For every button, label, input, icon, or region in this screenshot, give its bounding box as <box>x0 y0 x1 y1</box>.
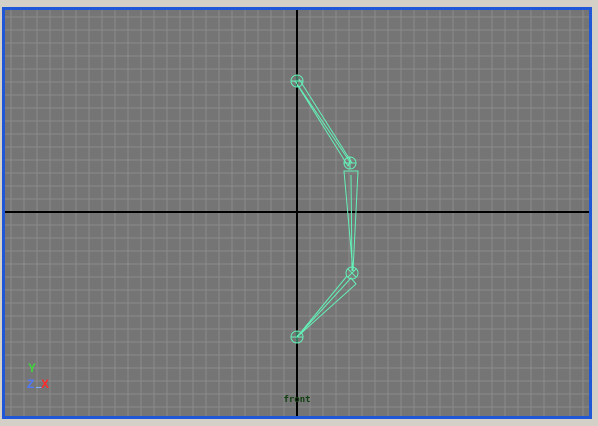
joint-root[interactable] <box>290 74 304 88</box>
axis-x-label: X <box>41 377 50 391</box>
view-axis-indicator: Y Z X <box>25 360 65 396</box>
bone-lower[interactable] <box>296 275 357 338</box>
viewport-panel[interactable]: Y Z X front <box>2 7 592 419</box>
camera-name-label: front <box>283 395 311 405</box>
joint-knee[interactable] <box>343 156 357 170</box>
viewport-canvas[interactable] <box>5 10 589 416</box>
joint-end[interactable] <box>290 330 304 344</box>
axis-y-label: Y <box>28 361 37 375</box>
axis-z-label: Z <box>27 377 35 391</box>
